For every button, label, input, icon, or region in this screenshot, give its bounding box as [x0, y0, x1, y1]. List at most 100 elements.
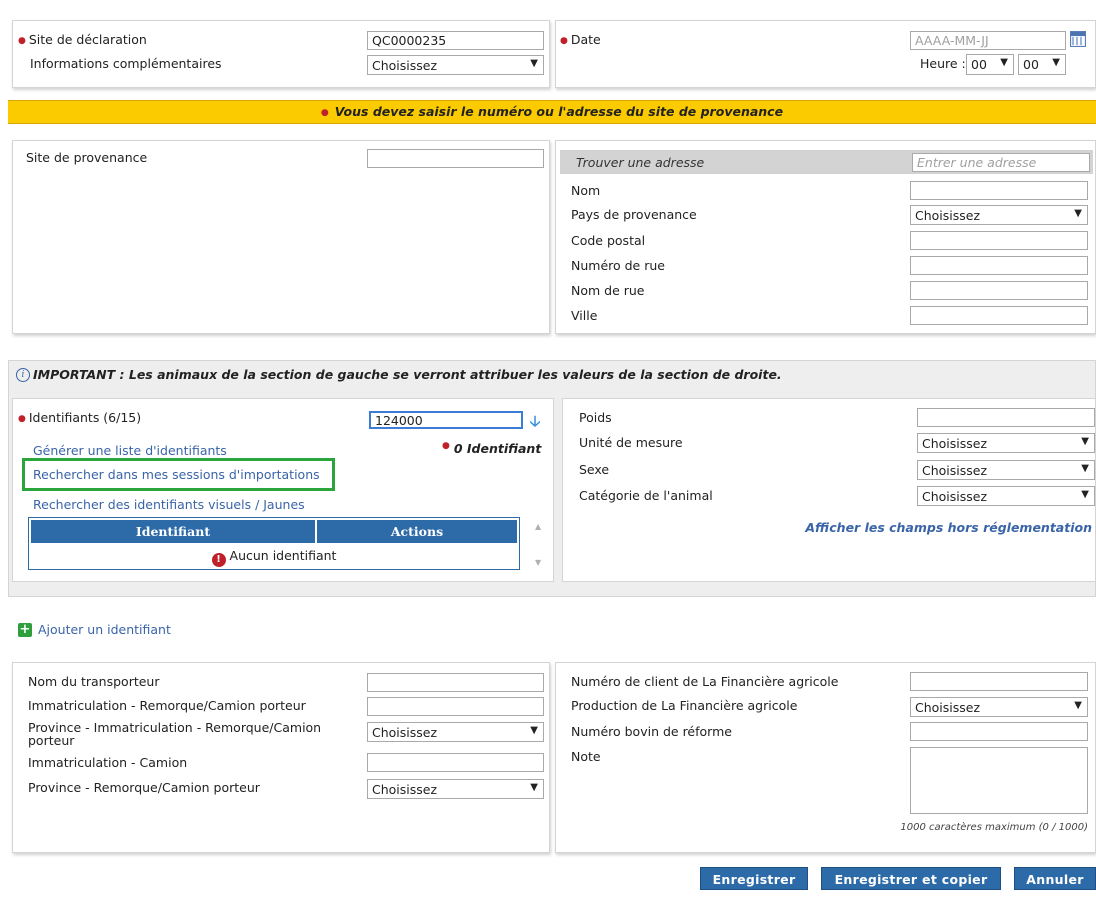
- hour-select[interactable]: 00 ▼: [966, 54, 1014, 75]
- heure-label: Heure :: [920, 56, 966, 71]
- save-button[interactable]: Enregistrer: [700, 867, 808, 890]
- site-provenance-label: Site de provenance: [26, 150, 148, 165]
- calendar-icon[interactable]: [1070, 31, 1086, 47]
- search-visual-link[interactable]: Rechercher des identifiants visuels / Ja…: [33, 497, 305, 512]
- identifiant-count: ● 0 Identifiant: [442, 441, 541, 456]
- production-value: Choisissez: [915, 700, 981, 715]
- ville-input[interactable]: [910, 306, 1088, 325]
- chevron-down-icon: ▼: [1074, 208, 1082, 219]
- nom-input[interactable]: [910, 181, 1088, 200]
- production-select[interactable]: Choisissez ▼: [910, 697, 1088, 717]
- important-note: IMPORTANT : Les animaux de la section de…: [33, 367, 782, 382]
- categorie-label: Catégorie de l'animal: [579, 488, 713, 503]
- scroll-down-icon[interactable]: ▼: [535, 558, 541, 567]
- province-immat-label-line2: porteur: [28, 733, 75, 748]
- add-identifiant-link[interactable]: Ajouter un identifiant: [38, 622, 171, 637]
- province-remorque-select[interactable]: Choisissez ▼: [367, 779, 544, 799]
- chevron-down-icon: ▼: [1052, 57, 1060, 68]
- empty-row: ! Aucun identifiant: [31, 545, 517, 567]
- arrow-down-icon[interactable]: 🡣: [528, 412, 542, 430]
- immat-remorque-input[interactable]: [367, 697, 544, 716]
- note-label: Note: [571, 749, 601, 764]
- find-address-input[interactable]: Entrer une adresse: [912, 153, 1090, 172]
- find-address-label: Trouver une adresse: [576, 155, 705, 170]
- ville-label: Ville: [571, 308, 598, 323]
- warning-banner: ● Vous devez saisir le numéro ou l'adress…: [8, 100, 1096, 124]
- required-dot-icon: ●: [442, 441, 450, 451]
- identifiants-label: Identifiants (6/15): [18, 410, 141, 425]
- date-label: Date: [560, 32, 601, 47]
- scroll-up-icon[interactable]: ▲: [535, 522, 541, 531]
- client-label: Numéro de client de La Financière agrico…: [571, 674, 839, 689]
- transporteur-input[interactable]: [367, 673, 544, 692]
- site-provenance-input[interactable]: [367, 149, 544, 168]
- sexe-value: Choisissez: [922, 463, 988, 478]
- chevron-down-icon: ▼: [530, 782, 538, 793]
- province-immat-label: Province - Immatriculation - Remorque/Ca…: [28, 721, 321, 747]
- chevron-down-icon: ▼: [1000, 57, 1008, 68]
- note-textarea[interactable]: [910, 747, 1088, 814]
- table-header-actions: Actions: [317, 520, 517, 543]
- province-immat-select[interactable]: Choisissez ▼: [367, 722, 544, 742]
- minute-select[interactable]: 00 ▼: [1018, 54, 1066, 75]
- unite-label: Unité de mesure: [579, 435, 683, 450]
- code-postal-input[interactable]: [910, 231, 1088, 250]
- immat-camion-input[interactable]: [367, 753, 544, 772]
- identifiant-input[interactable]: 124000: [369, 411, 523, 429]
- categorie-value: Choisissez: [922, 489, 988, 504]
- warning-text: Vous devez saisir le numéro ou l'adresse…: [334, 104, 784, 119]
- client-input[interactable]: [910, 672, 1088, 691]
- sexe-select[interactable]: Choisissez ▼: [917, 460, 1095, 480]
- province-immat-value: Choisissez: [372, 725, 438, 740]
- chevron-down-icon: ▼: [530, 725, 538, 736]
- categorie-select[interactable]: Choisissez ▼: [917, 486, 1095, 506]
- save-copy-button[interactable]: Enregistrer et copier: [821, 867, 1001, 890]
- info-complementaires-value: Choisissez: [372, 58, 438, 73]
- add-icon[interactable]: +: [18, 623, 32, 637]
- production-label: Production de La Financière agricole: [571, 698, 798, 713]
- identifiant-count-text: 0 Identifiant: [453, 441, 542, 456]
- table-header-actions-text: Actions: [390, 524, 444, 539]
- find-address-placeholder: Entrer une adresse: [917, 155, 1037, 170]
- immat-remorque-label: Immatriculation - Remorque/Camion porteu…: [28, 698, 306, 713]
- chevron-down-icon: ▼: [1074, 700, 1082, 711]
- pays-label: Pays de provenance: [571, 207, 697, 222]
- unite-select[interactable]: Choisissez ▼: [917, 433, 1095, 453]
- error-icon: !: [211, 553, 226, 567]
- empty-text: Aucun identifiant: [229, 548, 337, 563]
- chevron-down-icon: ▼: [1081, 489, 1089, 500]
- province-remorque-label: Province - Remorque/Camion porteur: [28, 780, 260, 795]
- nom-rue-input[interactable]: [910, 281, 1088, 300]
- pays-select[interactable]: Choisissez ▼: [910, 205, 1088, 225]
- chevron-down-icon: ▼: [530, 58, 538, 69]
- cancel-button[interactable]: Annuler: [1014, 867, 1096, 890]
- immat-camion-label: Immatriculation - Camion: [28, 755, 188, 770]
- search-sessions-link[interactable]: Rechercher dans mes sessions d'importati…: [33, 467, 320, 482]
- poids-input[interactable]: [917, 408, 1095, 427]
- show-fields-link[interactable]: Afficher les champs hors réglementation: [805, 520, 1092, 535]
- table-header-identifiant: Identifiant: [31, 520, 315, 543]
- code-postal-label: Code postal: [571, 233, 646, 248]
- required-dot-icon: ●: [320, 108, 329, 118]
- table-header-identifiant-text: Identifiant: [135, 524, 211, 539]
- numero-rue-label: Numéro de rue: [571, 258, 665, 273]
- province-remorque-value: Choisissez: [372, 782, 438, 797]
- provenance-site-panel: [12, 140, 550, 334]
- poids-label: Poids: [579, 410, 612, 425]
- transporteur-label: Nom du transporteur: [28, 674, 160, 689]
- sexe-label: Sexe: [579, 462, 610, 477]
- nom-rue-label: Nom de rue: [571, 283, 645, 298]
- info-complementaires-label: Informations complémentaires: [30, 56, 222, 71]
- nom-label: Nom: [571, 183, 601, 198]
- date-input[interactable]: AAAA-MM-JJ: [910, 31, 1066, 50]
- site-declaration-label: Site de déclaration: [18, 32, 147, 47]
- chevron-down-icon: ▼: [1081, 463, 1089, 474]
- generate-identifiants-link[interactable]: Générer une liste d'identifiants: [33, 443, 227, 458]
- numero-rue-input[interactable]: [910, 256, 1088, 275]
- char-limit: 1000 caractères maximum (0 / 1000): [900, 822, 1088, 833]
- pays-value: Choisissez: [915, 208, 981, 223]
- bovin-input[interactable]: [910, 722, 1088, 741]
- info-complementaires-select[interactable]: Choisissez ▼: [367, 55, 544, 75]
- bovin-label: Numéro bovin de réforme: [571, 724, 732, 739]
- site-declaration-input[interactable]: QC0000235: [367, 31, 544, 50]
